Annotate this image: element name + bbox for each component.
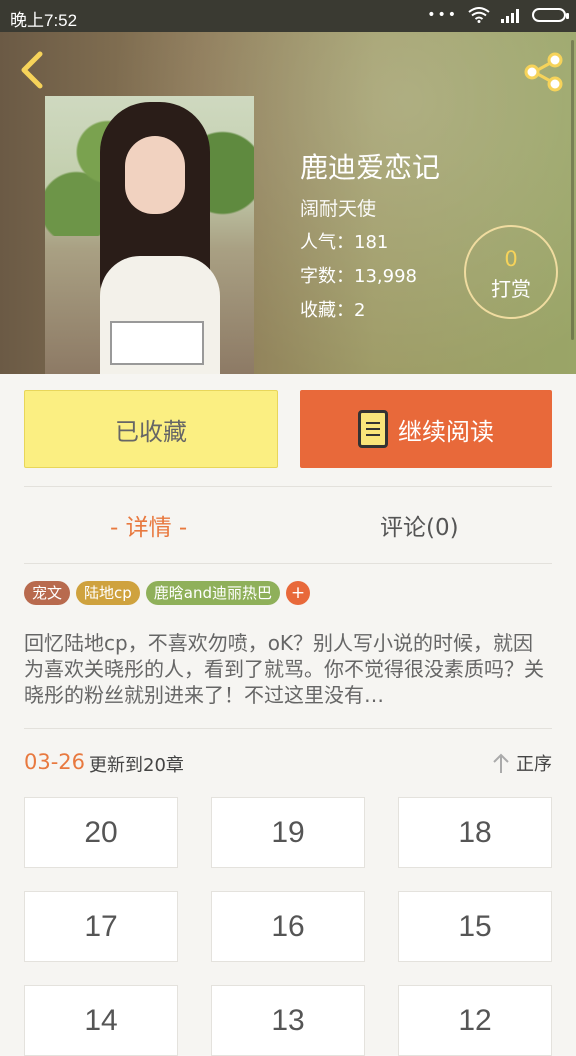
- more-dots-icon: •••: [427, 7, 458, 23]
- add-tag-button[interactable]: +: [286, 581, 311, 605]
- chapter-button[interactable]: 20: [24, 797, 178, 868]
- continue-reading-label: 继续阅读: [398, 417, 494, 446]
- back-button[interactable]: [14, 50, 50, 90]
- status-icons: •••: [427, 7, 569, 23]
- sort-order-label: 正序: [516, 754, 552, 775]
- tip-count: 0: [504, 247, 518, 271]
- tab-comments[interactable]: 评论(0): [380, 508, 459, 542]
- popularity-stat: 人气：181: [300, 232, 389, 253]
- book-icon: [358, 410, 388, 448]
- chapter-button[interactable]: 19: [211, 797, 365, 868]
- signal-icon: [501, 9, 519, 23]
- chapter-button[interactable]: 12: [398, 985, 552, 1056]
- share-button[interactable]: [522, 52, 566, 92]
- book-header: 鹿迪爱恋记 阔耐天使 人气：181 字数：13,998 收藏：2 0 打赏: [0, 32, 576, 374]
- favorited-button[interactable]: 已收藏: [24, 390, 278, 468]
- tag-chip[interactable]: 宠文: [24, 581, 71, 605]
- chapter-button[interactable]: 18: [398, 797, 552, 868]
- sort-order-button[interactable]: 正序: [492, 750, 552, 776]
- word-count-stat: 字数：13,998: [300, 266, 417, 287]
- scrollbar[interactable]: [571, 40, 574, 340]
- arrow-up-icon: [493, 753, 509, 773]
- favorites-stat: 收藏：2: [300, 300, 366, 321]
- book-cover-image: [45, 96, 254, 374]
- divider: [24, 563, 552, 564]
- status-bar: 晚上7:52 •••: [0, 0, 576, 32]
- favorited-label: 已收藏: [115, 417, 187, 446]
- divider: [24, 486, 552, 487]
- chapter-button[interactable]: 16: [211, 891, 365, 962]
- update-text: 更新到20章: [89, 755, 184, 776]
- tab-details[interactable]: - 详情 -: [110, 508, 187, 542]
- status-time: 晚上7:52: [10, 11, 78, 30]
- book-author[interactable]: 阔耐天使: [300, 194, 376, 221]
- wifi-icon: [468, 7, 490, 23]
- tag-chip[interactable]: 鹿晗and迪丽热巴: [145, 581, 281, 605]
- chapter-button[interactable]: 15: [398, 891, 552, 962]
- tip-label: 打赏: [491, 277, 531, 301]
- chapter-button[interactable]: 17: [24, 891, 178, 962]
- tag-list: 宠文 陆地cp 鹿晗and迪丽热巴 +: [24, 581, 311, 605]
- book-title: 鹿迪爱恋记: [300, 151, 441, 184]
- tag-chip[interactable]: 陆地cp: [76, 581, 140, 605]
- update-date: 03-26: [24, 750, 86, 774]
- tip-button[interactable]: 0 打赏: [464, 225, 558, 319]
- continue-reading-button[interactable]: 继续阅读: [300, 390, 552, 468]
- divider: [24, 728, 552, 729]
- chapter-button[interactable]: 13: [211, 985, 365, 1056]
- battery-icon: [532, 8, 569, 22]
- chapter-button[interactable]: 14: [24, 985, 178, 1056]
- book-description[interactable]: 回忆陆地cp，不喜欢勿喷，oK？别人写小说的时候，就因为喜欢关晓彤的人，看到了就…: [24, 630, 552, 708]
